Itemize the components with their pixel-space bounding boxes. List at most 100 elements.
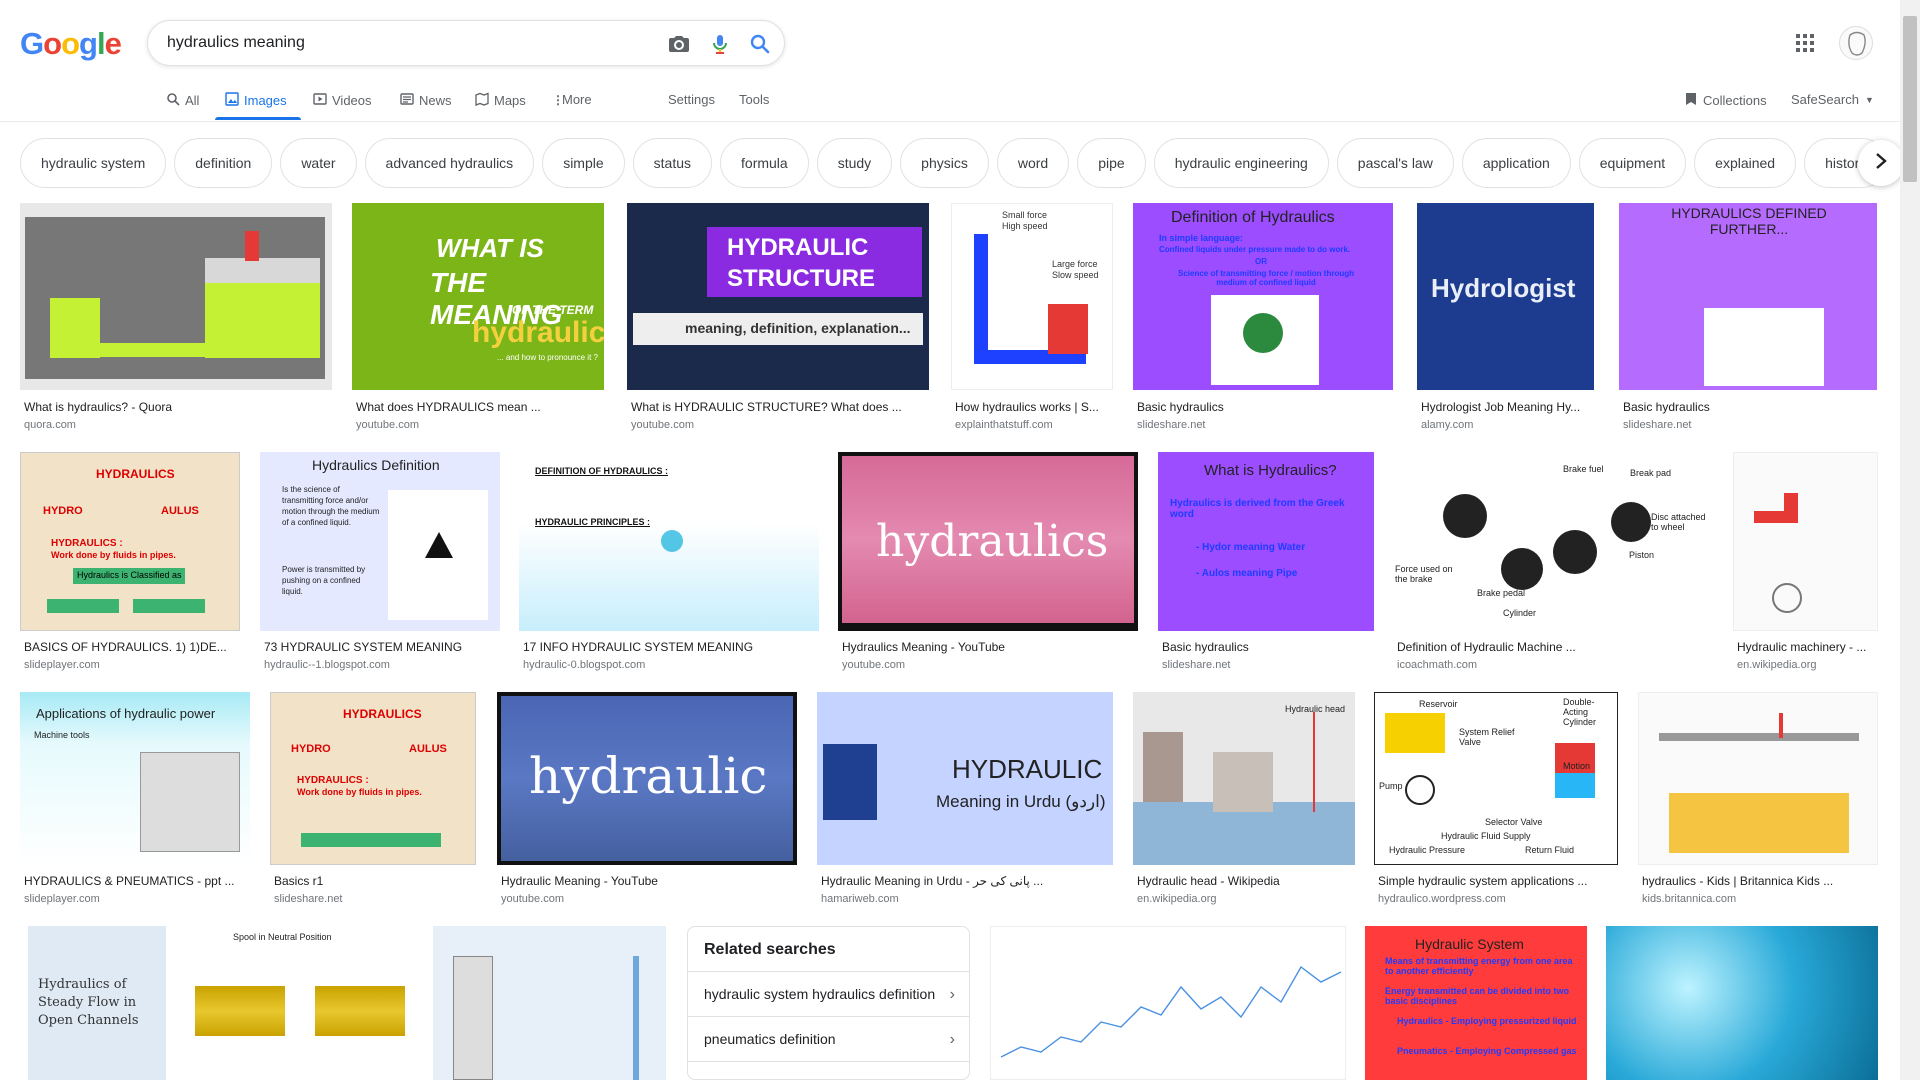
mic-icon[interactable]	[708, 32, 732, 56]
chip[interactable]: simple	[542, 138, 625, 188]
image-result[interactable]: HYDRAULIC STRUCTURE meaning, definition,…	[627, 203, 929, 433]
result-source: slideplayer.com	[24, 893, 100, 905]
image-result[interactable]: Brake fuel Break pad Disc attached to wh…	[1393, 452, 1714, 682]
thumbnail: Spool in Neutral Position	[185, 926, 413, 1080]
result-source: slideplayer.com	[24, 659, 100, 671]
image-result[interactable]: What is Hydraulics? Hydraulics is derive…	[1158, 452, 1374, 682]
tab-videos[interactable]: Videos	[313, 92, 372, 109]
result-caption[interactable]: Hydraulic machinery - ...	[1737, 640, 1877, 654]
chip[interactable]: water	[280, 138, 357, 188]
chip[interactable]: equipment	[1578, 138, 1687, 188]
related-search-item[interactable]: pneumatics definition ›	[688, 1017, 969, 1062]
collections-button[interactable]: Collections	[1685, 92, 1767, 109]
chevron-right-icon	[1874, 152, 1888, 175]
result-caption[interactable]: HYDRAULICS & PNEUMATICS - ppt ...	[24, 874, 249, 888]
image-result[interactable]: Hydraulics Definition Is the science of …	[260, 452, 500, 682]
chip[interactable]: pascal's law	[1336, 138, 1454, 188]
image-result[interactable]: Applications of hydraulic power Machine …	[20, 692, 250, 912]
image-result[interactable]: WHAT IS THE MEANING OF THE TERM hydrauli…	[352, 203, 604, 433]
result-caption[interactable]: How hydraulics works | S...	[955, 400, 1110, 414]
result-caption[interactable]: What does HYDRAULICS mean ...	[356, 400, 596, 414]
result-caption[interactable]: Basic hydraulics	[1162, 640, 1372, 654]
google-logo[interactable]: Google	[20, 26, 122, 62]
result-caption[interactable]: 73 HYDRAULIC SYSTEM MEANING	[264, 640, 494, 654]
result-caption[interactable]: Hydraulics Meaning - YouTube	[842, 640, 1132, 654]
result-caption[interactable]: Basic hydraulics	[1137, 400, 1387, 414]
image-result[interactable]: hydraulics - Kids | Britannica Kids ... …	[1638, 692, 1878, 912]
image-result[interactable]: What is hydraulics? - Quora quora.com	[20, 203, 332, 433]
image-result[interactable]: Hydraulic System Means of transmitting e…	[1365, 926, 1587, 1080]
search-input[interactable]: hydraulics meaning	[167, 34, 305, 52]
chip[interactable]: application	[1461, 138, 1571, 188]
map-icon	[475, 92, 489, 109]
chip[interactable]: physics	[900, 138, 989, 188]
result-caption[interactable]: What is HYDRAULIC STRUCTURE? What does .…	[631, 400, 921, 414]
chip[interactable]: status	[632, 138, 713, 188]
chip[interactable]: hydraulic system	[20, 138, 167, 188]
image-result[interactable]: HYDRAULICS HYDRO AULUS HYDRAULICS : Work…	[270, 692, 476, 912]
image-result[interactable]: Hydraulics of Steady Flow in Open Channe…	[28, 926, 166, 1080]
image-result[interactable]	[433, 926, 666, 1080]
image-result[interactable]: HYDRAULICS DEFINED FURTHER... Basic hydr…	[1619, 203, 1877, 433]
related-search-item[interactable]: hydraulic system hydraulics definition ›	[688, 972, 969, 1017]
image-result[interactable]: Small force High speed Large force Slow …	[951, 203, 1113, 433]
thumbnail: Hydraulics Definition Is the science of …	[260, 452, 500, 631]
apps-grid-icon[interactable]	[1795, 33, 1815, 53]
result-caption[interactable]: Basic hydraulics	[1623, 400, 1873, 414]
tab-news[interactable]: News	[400, 92, 452, 109]
chip[interactable]: formula	[720, 138, 809, 188]
image-result[interactable]: Hydraulic machinery - ... en.wikipedia.o…	[1733, 452, 1878, 682]
thumbnail	[1733, 452, 1878, 631]
result-caption[interactable]: Simple hydraulic system applications ...	[1378, 874, 1618, 888]
chip[interactable]: word	[996, 138, 1070, 188]
result-caption[interactable]: What is hydraulics? - Quora	[24, 400, 324, 414]
tab-images[interactable]: Images	[225, 92, 287, 109]
result-caption[interactable]: Hydraulic Meaning - YouTube	[501, 874, 791, 888]
chip[interactable]: definition	[174, 138, 273, 188]
tab-more[interactable]: ⋮ More	[552, 92, 592, 107]
image-result[interactable]: DEFINITION OF HYDRAULICS : HYDRAULIC PRI…	[519, 452, 819, 682]
image-result[interactable]	[990, 926, 1346, 1080]
search-box[interactable]: hydraulics meaning	[147, 20, 785, 66]
avatar[interactable]	[1839, 26, 1873, 60]
chips-next-button[interactable]	[1858, 140, 1904, 186]
scrollbar-thumb[interactable]	[1903, 16, 1917, 182]
tools-link[interactable]: Tools	[739, 92, 769, 107]
chip[interactable]: study	[816, 138, 893, 188]
thumbnail: hydraulics	[838, 452, 1138, 631]
thumbnail: Hydraulics of Steady Flow in Open Channe…	[28, 926, 166, 1080]
thumbnail: Brake fuel Break pad Disc attached to wh…	[1393, 452, 1714, 631]
image-result[interactable]: Hydraulic head Hydraulic head - Wikipedi…	[1133, 692, 1355, 912]
chip[interactable]: pipe	[1077, 138, 1146, 188]
tab-maps[interactable]: Maps	[475, 92, 526, 109]
video-icon	[313, 92, 327, 109]
tab-all[interactable]: All	[166, 92, 199, 109]
camera-icon[interactable]	[667, 32, 691, 56]
result-source: youtube.com	[356, 419, 419, 431]
image-result[interactable]: hydraulic Hydraulic Meaning - YouTube yo…	[497, 692, 797, 912]
result-caption[interactable]: Basics r1	[274, 874, 474, 888]
chip[interactable]: hydraulic engineering	[1153, 138, 1329, 188]
thumbnail	[433, 926, 666, 1080]
result-caption[interactable]: Definition of Hydraulic Machine ...	[1397, 640, 1712, 654]
chip[interactable]: explained	[1694, 138, 1797, 188]
result-caption[interactable]: Hydraulic Meaning in Urdu - پانی کی حر .…	[821, 874, 1111, 888]
safesearch-button[interactable]: SafeSearch ▼	[1791, 92, 1874, 107]
result-source: youtube.com	[501, 893, 564, 905]
result-caption[interactable]: hydraulics - Kids | Britannica Kids ...	[1642, 874, 1877, 888]
result-caption[interactable]: Hydraulic head - Wikipedia	[1137, 874, 1352, 888]
result-caption[interactable]: Hydrologist Job Meaning Hy...	[1421, 400, 1591, 414]
chip[interactable]: advanced hydraulics	[364, 138, 535, 188]
image-result[interactable]	[1606, 926, 1878, 1080]
image-result[interactable]: HYDRAULICS HYDRO AULUS HYDRAULICS : Work…	[20, 452, 240, 682]
image-result[interactable]: Hydrologist Hydrologist Job Meaning Hy..…	[1417, 203, 1594, 433]
result-caption[interactable]: 17 INFO HYDRAULIC SYSTEM MEANING	[523, 640, 813, 654]
image-result[interactable]: Definition of Hydraulics In simple langu…	[1133, 203, 1393, 433]
image-result[interactable]: Reservoir Double-Acting Cylinder System …	[1374, 692, 1618, 912]
image-result[interactable]: HYDRAULIC Meaning in Urdu (اردو) Hydraul…	[817, 692, 1113, 912]
settings-link[interactable]: Settings	[668, 92, 715, 107]
result-caption[interactable]: BASICS OF HYDRAULICS. 1) 1)DE...	[24, 640, 239, 654]
image-result[interactable]: hydraulics Hydraulics Meaning - YouTube …	[838, 452, 1138, 682]
search-icon[interactable]	[748, 32, 772, 56]
image-result[interactable]: Spool in Neutral Position	[185, 926, 413, 1080]
